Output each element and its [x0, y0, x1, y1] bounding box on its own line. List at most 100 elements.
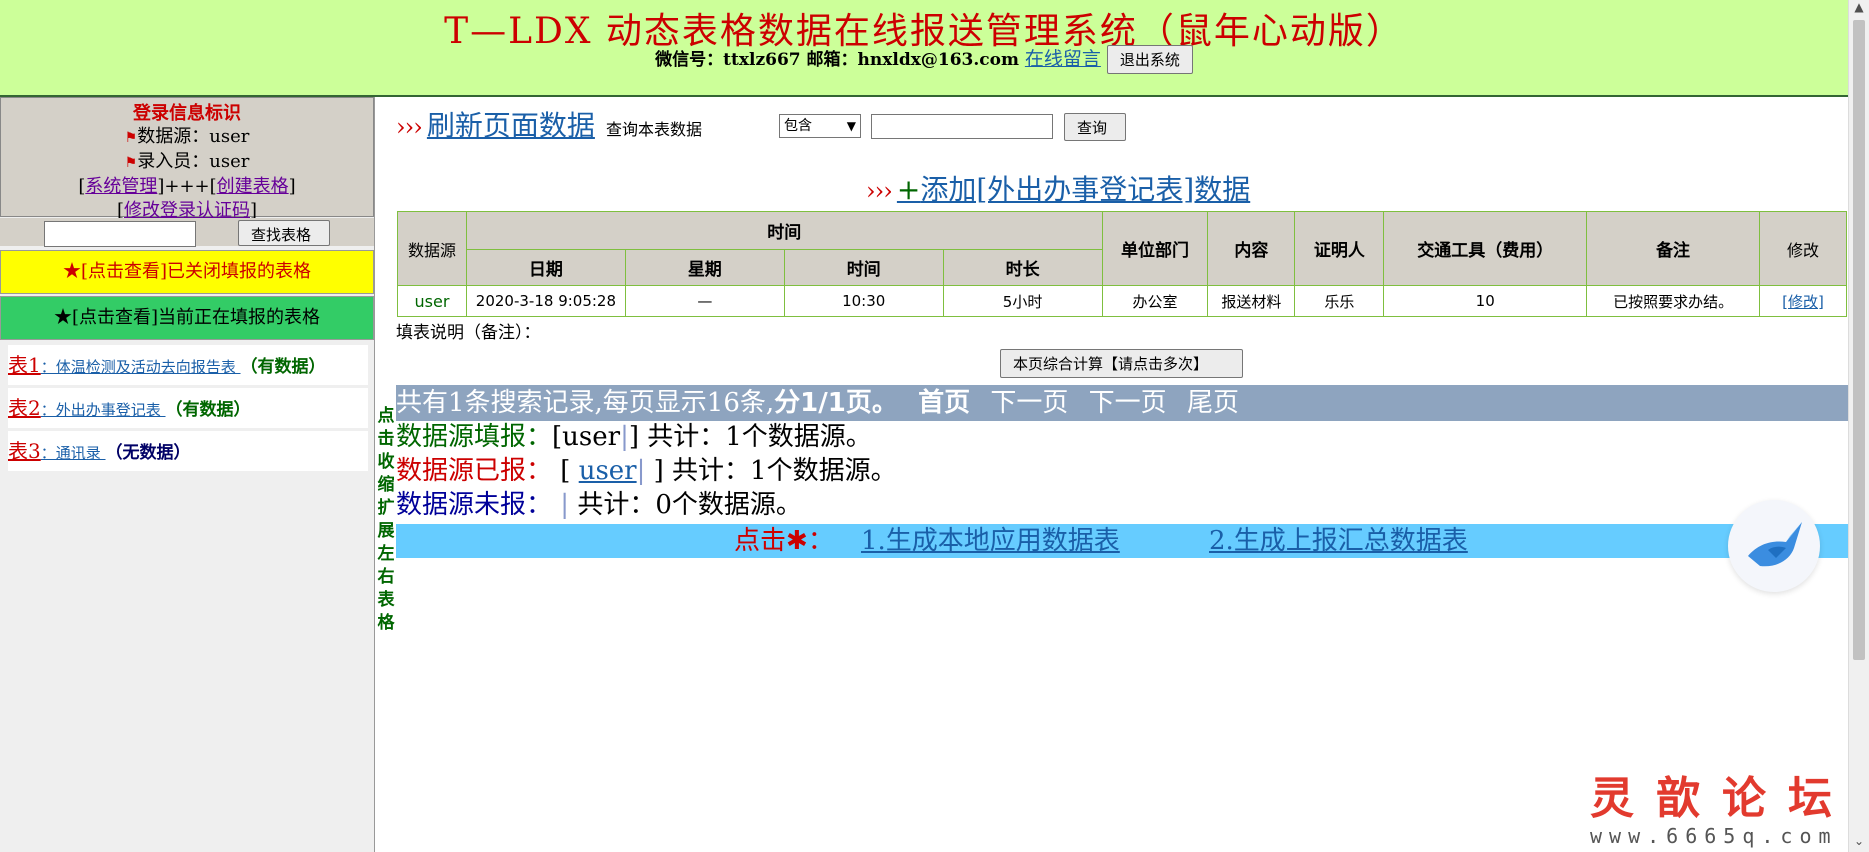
datasource-reported-status: 数据源已报： [ user| ] 共计：1个数据源。 — [396, 454, 897, 488]
bird-icon-graphic — [1748, 522, 1802, 567]
next-page-link[interactable]: 下一页 — [1089, 388, 1167, 418]
separator: | — [620, 422, 629, 452]
collapse-panel-toggle[interactable]: 点击收缩扩展左右表格 — [376, 405, 396, 635]
column-header-time: 时间 — [783, 249, 944, 286]
login-info-box: 登录信息标识 ⚑数据源：user ⚑录入员：user [系统管理]+++[创建表… — [0, 97, 374, 221]
form-number[interactable]: 表2 — [8, 396, 41, 420]
form-status: （有数据） — [165, 400, 251, 420]
reported-user-link[interactable]: user — [579, 456, 637, 486]
add-record-row: ››› +添加[外出办事登记表]数据 — [866, 168, 1250, 208]
plus-icon: + — [896, 173, 921, 206]
closed-forms-link[interactable]: ★[点击查看]已关闭填报的表格 — [0, 250, 374, 294]
link-separator: ]+++[ — [157, 176, 217, 197]
filled-value: [user — [552, 422, 621, 452]
flag-icon: ⚑ — [124, 155, 138, 171]
click-label: 点击 — [734, 526, 787, 556]
open-forms-link[interactable]: ★[点击查看]当前正在填报的表格 — [0, 296, 374, 340]
colon: ： — [807, 526, 834, 556]
find-table-button[interactable]: 查找表格 — [238, 220, 330, 246]
column-header-witness: 证明人 — [1294, 211, 1385, 286]
create-table-link[interactable]: 创建表格 — [217, 176, 289, 197]
column-header-weekday: 星期 — [624, 249, 785, 286]
table-row: user 2020-3-18 9:05:28 — 10:30 5小时 办公室 报… — [397, 285, 1847, 317]
form-status: （有数据） — [240, 357, 326, 377]
sidebar: 登录信息标识 ⚑数据源：user ⚑录入员：user [系统管理]+++[创建表… — [0, 97, 375, 852]
query-input[interactable] — [871, 114, 1053, 139]
column-header-duration: 时长 — [942, 249, 1103, 286]
scroll-thumb[interactable] — [1853, 20, 1865, 660]
edit-record-link[interactable]: [修改] — [1782, 293, 1824, 311]
column-header-date: 日期 — [465, 249, 626, 286]
column-header-transport: 交通工具（费用） — [1383, 211, 1588, 286]
bracket: ] — [288, 176, 296, 197]
cell-content: 报送材料 — [1207, 285, 1296, 317]
arrow-decoration: ››› — [866, 177, 893, 205]
generate-tables-bar: 点击✱： 1.生成本地应用数据表 2.生成上报汇总数据表 — [396, 524, 1848, 558]
match-mode-value: 包含 — [784, 118, 812, 134]
separator: | — [552, 490, 578, 520]
column-header-datasource: 数据源 — [397, 211, 467, 286]
contact-info: 微信号：ttxlz667 邮箱：hnxldx@163.com 在线留言 退出系统 — [0, 44, 1848, 74]
refresh-page-link[interactable]: 刷新页面数据 — [427, 109, 595, 142]
arrow-decoration: ››› — [396, 113, 423, 141]
flag-icon: ⚑ — [124, 130, 138, 146]
star-icon: ✱ — [786, 526, 808, 556]
cell-date: 2020-3-18 9:05:28 — [465, 285, 626, 317]
contact-text: 微信号：ttxlz667 邮箱：hnxldx@163.com — [655, 50, 1019, 70]
form-number[interactable]: 表3 — [8, 439, 41, 463]
filled-count: ] 共计：1个数据源。 — [628, 422, 872, 452]
cell-duration: 5小时 — [942, 285, 1103, 317]
column-group-time: 时间 — [465, 211, 1103, 250]
logout-button[interactable]: 退出系统 — [1106, 45, 1193, 74]
query-label: 查询本表数据 — [606, 120, 703, 139]
form-name-link[interactable]: ：外出办事登记表 — [41, 401, 166, 419]
online-message-link[interactable]: 在线留言 — [1025, 48, 1101, 70]
system-admin-link[interactable]: 系统管理 — [85, 176, 157, 197]
form-list-item[interactable]: 表3：通讯录 （无数据） — [8, 431, 368, 471]
column-header-department: 单位部门 — [1101, 211, 1209, 286]
column-header-content: 内容 — [1207, 211, 1296, 286]
watermark-url: www.6665q.com — [1590, 824, 1838, 848]
login-info-title: 登录信息标识 — [133, 103, 241, 124]
admin-links: [系统管理]+++[创建表格] — [1, 175, 373, 199]
cell-department: 办公室 — [1101, 285, 1209, 317]
operator-label: 录入员：user — [137, 151, 250, 172]
form-list-item[interactable]: 表1：体温检测及活动去向报告表 （有数据） — [8, 345, 368, 385]
scroll-up-icon[interactable]: ▲ — [1849, 0, 1869, 18]
first-page-link[interactable]: 首页 — [918, 388, 970, 418]
match-mode-select[interactable]: 包含 ▼ — [779, 114, 861, 138]
forum-watermark: 灵歆论坛 www.6665q.com — [1590, 762, 1840, 848]
query-button[interactable]: 查询 — [1064, 113, 1126, 141]
form-name-link[interactable]: ：通讯录 — [41, 444, 106, 462]
cell-transport: 10 — [1383, 285, 1588, 317]
query-toolbar: ››› 刷新页面数据 查询本表数据 — [396, 104, 702, 144]
table-search-input[interactable] — [44, 221, 196, 247]
reported-count: ] 共计：1个数据源。 — [645, 456, 897, 486]
datasource-label: 数据源：user — [137, 126, 250, 147]
vertical-scrollbar[interactable]: ▲ ⌄ — [1848, 0, 1869, 852]
app-header: T—LDX 动态表格数据在线报送管理系统（鼠年心动版） 微信号：ttxlz667… — [0, 0, 1848, 97]
records-table: 数据源 时间 单位部门 内容 证明人 交通工具（费用） 备注 修改 日期 星期 … — [397, 211, 1847, 317]
pagination-bar: 共有1条搜索记录,每页显示16条,分1/1页。 首页 下一页 下一页 尾页 — [396, 385, 1848, 421]
generate-local-table-link[interactable]: 1.生成本地应用数据表 — [861, 524, 1120, 558]
bird-icon[interactable] — [1728, 500, 1820, 592]
prev-page-link[interactable]: 下一页 — [990, 388, 1068, 418]
column-header-edit: 修改 — [1759, 211, 1847, 286]
datasource-unreported-status: 数据源未报： | 共计：0个数据源。 — [396, 488, 802, 522]
page-calculate-button[interactable]: 本页综合计算【请点击多次】 — [1000, 349, 1243, 378]
bracket: [ — [552, 456, 579, 486]
form-number[interactable]: 表1 — [8, 353, 41, 377]
cell-witness: 乐乐 — [1294, 285, 1385, 317]
unreported-label: 数据源未报： — [396, 490, 553, 520]
operator-line: ⚑录入员：user — [1, 150, 373, 175]
add-record-link[interactable]: +添加[外出办事登记表]数据 — [897, 173, 1250, 206]
generate-summary-table-link[interactable]: 2.生成上报汇总数据表 — [1209, 524, 1468, 558]
datasource-line: ⚑数据源：user — [1, 125, 373, 150]
datasource-filled-status: 数据源填报：[user|] 共计：1个数据源。 — [396, 420, 872, 454]
add-record-label: 添加[外出办事登记表]数据 — [920, 173, 1251, 206]
column-header-remark: 备注 — [1586, 211, 1760, 286]
chevron-down-icon[interactable]: ⌄ — [1849, 834, 1869, 852]
last-page-link[interactable]: 尾页 — [1187, 388, 1239, 418]
form-name-link[interactable]: ：体温检测及活动去向报告表 — [41, 358, 241, 376]
form-list-item[interactable]: 表2：外出办事登记表 （有数据） — [8, 388, 368, 428]
